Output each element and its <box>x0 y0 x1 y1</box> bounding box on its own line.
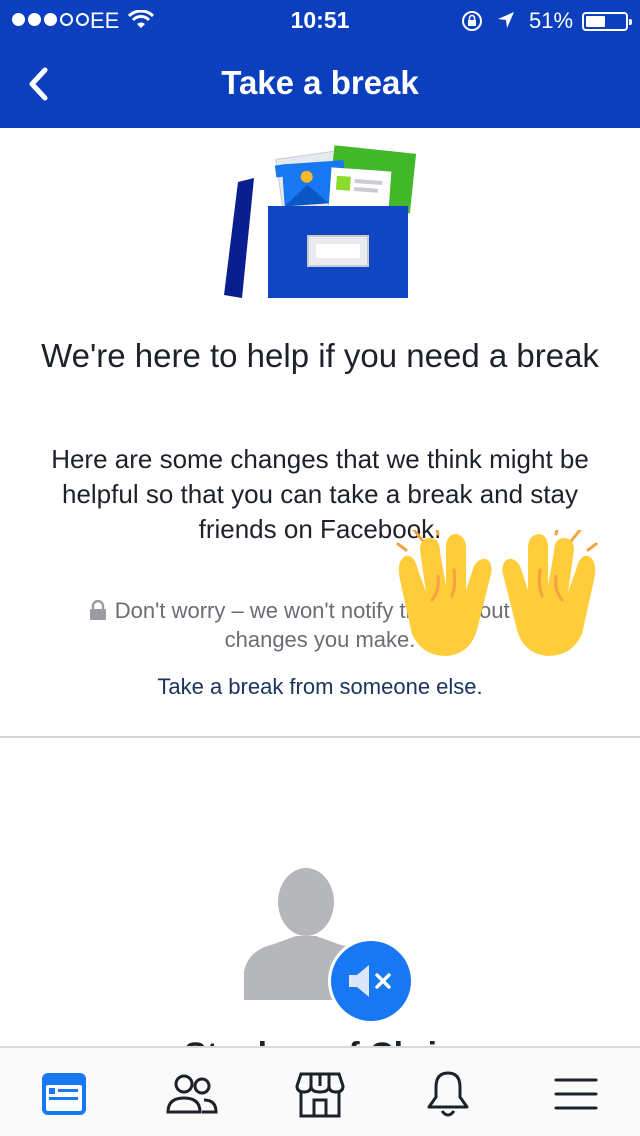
raised-hands-emoji <box>392 524 602 665</box>
header: EE 10:51 51% Take a break <box>0 0 640 128</box>
page-heading: We're here to help if you need a break <box>41 337 599 374</box>
tab-menu[interactable] <box>544 1066 608 1122</box>
mute-button[interactable] <box>328 938 414 1024</box>
menu-icon <box>554 1078 598 1110</box>
lock-icon <box>89 600 106 620</box>
battery-icon <box>582 12 632 31</box>
nav-bar: Take a break <box>0 40 640 128</box>
bell-icon <box>427 1071 469 1117</box>
friends-icon <box>166 1074 218 1114</box>
page-title: Take a break <box>221 64 419 101</box>
tab-bar <box>0 1046 640 1136</box>
take-break-other-link[interactable]: Take a break from someone else. <box>0 674 640 700</box>
marketplace-icon <box>295 1072 345 1118</box>
section-divider <box>0 736 640 738</box>
status-bar: EE 10:51 51% <box>0 0 640 40</box>
tab-notifications[interactable] <box>416 1066 480 1122</box>
location-arrow-icon <box>496 10 516 36</box>
news-feed-icon <box>42 1073 86 1115</box>
tab-marketplace[interactable] <box>288 1066 352 1122</box>
tab-news-feed[interactable] <box>32 1066 96 1122</box>
orientation-lock-icon <box>460 9 484 39</box>
box-illustration <box>218 140 418 305</box>
battery-percent: 51% <box>529 8 574 33</box>
muted-speaker-icon <box>349 965 391 997</box>
tab-friends[interactable] <box>160 1066 224 1122</box>
